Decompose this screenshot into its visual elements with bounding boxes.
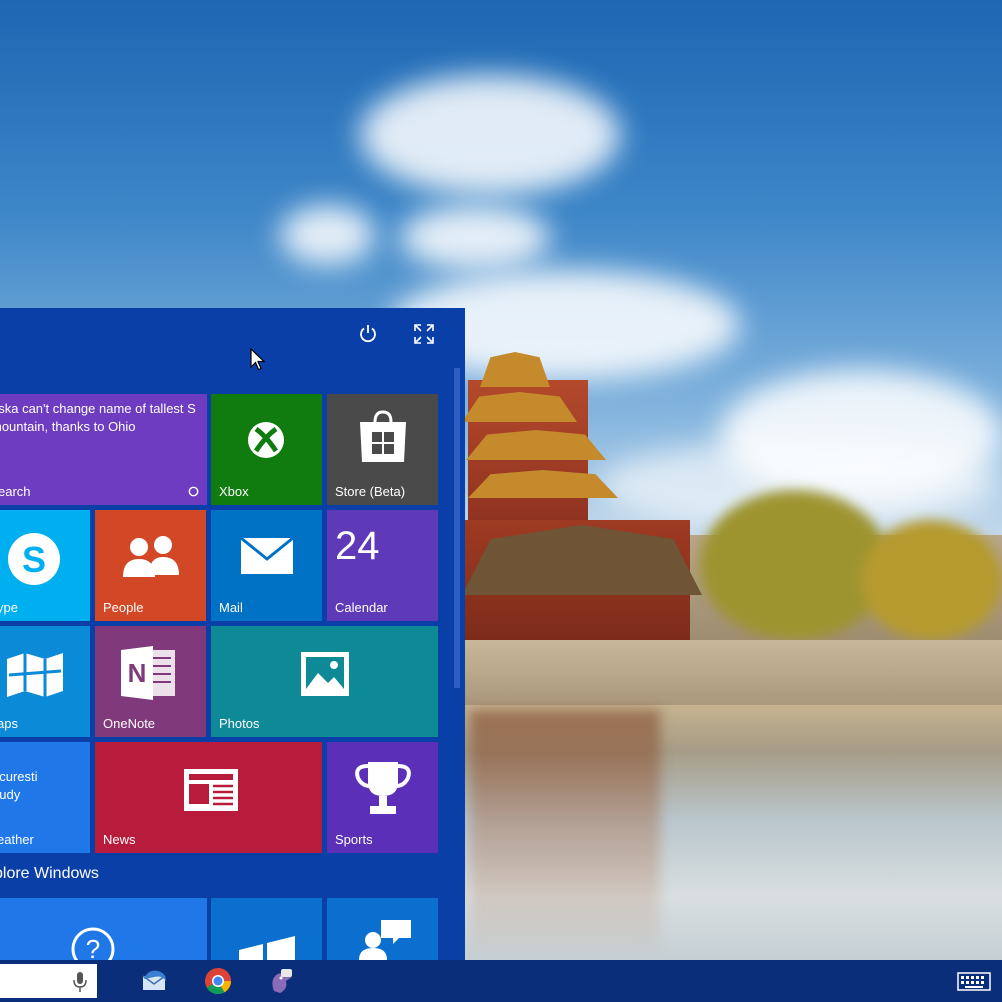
start-menu-header: [0, 308, 465, 363]
explore-windows-heading: plore Windows: [0, 865, 99, 882]
tile-xbox[interactable]: Xbox: [211, 394, 322, 505]
start-menu-scrollbar[interactable]: [452, 368, 462, 958]
tile-calendar[interactable]: 24 Calendar: [327, 510, 438, 621]
tile-xbox-label: Xbox: [219, 484, 249, 499]
scrollbar-thumb[interactable]: [454, 368, 460, 688]
tile-people-label: People: [103, 600, 144, 615]
loading-ring-icon: [187, 485, 199, 497]
svg-text:N: N: [128, 658, 147, 688]
tile-weather[interactable]: ucuresti oudy eather: [0, 742, 90, 853]
thunderbird-icon[interactable]: [137, 965, 171, 997]
svg-text:?: ?: [86, 934, 100, 960]
tile-store-label: Store (Beta): [335, 484, 406, 499]
windows-logo-icon: [237, 934, 297, 960]
microphone-icon[interactable]: [72, 971, 88, 993]
calendar-date: 24: [335, 524, 380, 568]
search-box[interactable]: [0, 964, 97, 998]
tile-get-started[interactable]: ?: [0, 898, 207, 960]
tile-maps[interactable]: aps: [0, 626, 90, 737]
tile-store[interactable]: Store (Beta): [327, 394, 438, 505]
xbox-icon: [246, 420, 286, 460]
tile-onenote[interactable]: N OneNote: [95, 626, 206, 737]
maps-icon: [5, 650, 65, 700]
chrome-icon[interactable]: [201, 965, 235, 997]
tile-mail-label: Mail: [219, 600, 243, 615]
tile-photos-label: Photos: [219, 716, 260, 731]
tile-onenote-label: OneNote: [103, 716, 156, 731]
tile-news[interactable]: News: [95, 742, 322, 853]
tile-people[interactable]: People: [95, 510, 206, 621]
taskbar: [0, 960, 1002, 1002]
tile-mail[interactable]: Mail: [211, 510, 322, 621]
weather-details: ucuresti oudy: [0, 768, 38, 804]
tile-sports[interactable]: Sports: [327, 742, 438, 853]
tile-calendar-label: Calendar: [335, 600, 388, 615]
help-question-icon: ?: [70, 926, 116, 960]
news-icon: [183, 768, 239, 812]
expand-icon[interactable]: [410, 320, 438, 348]
tile-skype-label: ype: [0, 600, 18, 615]
weather-condition: oudy: [0, 787, 21, 802]
tile-weather-label: eather: [0, 832, 34, 847]
feedback-icon: [357, 918, 413, 960]
tile-news-feed-label: earch: [0, 484, 31, 499]
tile-maps-label: aps: [0, 716, 18, 731]
keyboard-icon[interactable]: [957, 970, 991, 992]
photos-icon: [300, 650, 350, 698]
power-icon[interactable]: [354, 320, 382, 348]
tile-photos[interactable]: Photos: [211, 626, 438, 737]
onenote-icon: N: [119, 644, 179, 702]
pidgin-icon[interactable]: [263, 965, 297, 997]
start-menu: aska can't change name of tallest S moun…: [0, 308, 465, 960]
news-feed-headline: aska can't change name of tallest S moun…: [0, 401, 196, 434]
tile-windows-feature[interactable]: [211, 898, 322, 960]
svg-text:S: S: [22, 539, 46, 580]
tile-feedback[interactable]: [327, 898, 438, 960]
mouse-cursor-icon: [250, 347, 266, 377]
people-icon: [119, 532, 183, 582]
tile-news-feed[interactable]: aska can't change name of tallest S moun…: [0, 394, 207, 505]
trophy-icon: [352, 758, 414, 818]
mail-envelope-icon: [239, 536, 295, 576]
weather-city: ucuresti: [0, 769, 38, 784]
skype-icon: S: [5, 530, 63, 588]
tile-sports-label: Sports: [335, 832, 373, 847]
tile-skype[interactable]: S ype: [0, 510, 90, 621]
store-bag-icon: [356, 408, 410, 464]
tile-news-label: News: [103, 832, 136, 847]
